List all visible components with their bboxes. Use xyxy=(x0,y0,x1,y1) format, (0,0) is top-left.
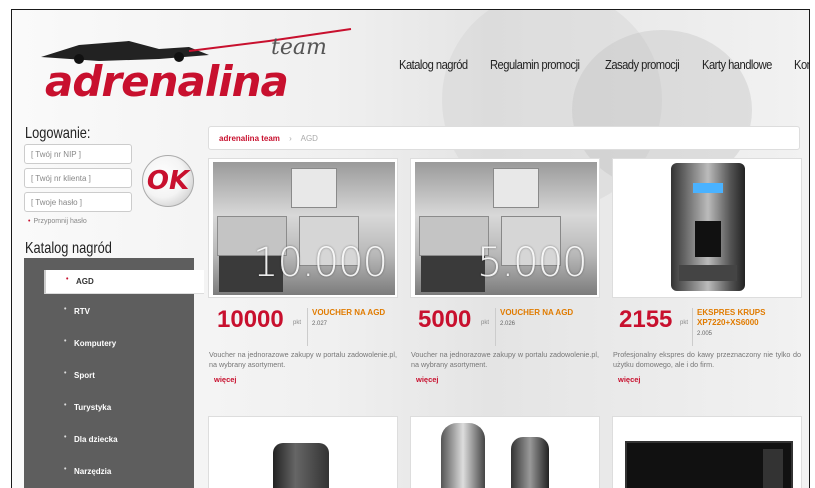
nav-link-catalog[interactable]: Katalog nagród xyxy=(399,57,468,72)
category-item-rtv[interactable]: RTV xyxy=(24,300,194,324)
machine-display xyxy=(693,183,723,193)
product-code: 2.026 xyxy=(500,321,516,327)
ok-label: OK xyxy=(146,166,190,196)
nav-link-contact[interactable]: Kontakt xyxy=(794,57,809,72)
product-price: 10000 xyxy=(217,306,284,333)
product-code: 2.027 xyxy=(312,321,328,327)
product-description: Voucher na jednorazowe zakupy w portalu … xyxy=(209,350,397,369)
coffee-machine-photo xyxy=(671,163,745,291)
more-link[interactable]: więcej xyxy=(618,375,641,384)
voucher-amount-overlay: 10.000 xyxy=(253,240,388,286)
category-item-tourism[interactable]: Turystyka xyxy=(24,396,194,420)
divider xyxy=(307,308,308,346)
page-frame: adrenalina team Katalog nagród Regulamin… xyxy=(11,9,810,488)
machine-tray xyxy=(679,265,737,281)
window-shape xyxy=(291,168,337,208)
category-menu: AGD RTV Komputery Sport Turystyka Dla dz… xyxy=(24,258,204,488)
breadcrumb-home-link[interactable]: adrenalina team xyxy=(219,134,280,143)
category-item-agd[interactable]: AGD xyxy=(44,270,204,294)
shaver-dock-photo xyxy=(511,437,549,488)
password-input[interactable]: [ Twoje hasło ] xyxy=(24,192,132,212)
microwave-panel xyxy=(763,449,783,488)
stove-shape xyxy=(421,256,485,292)
divider xyxy=(692,308,693,346)
product-title-text: EKSPRES KRUPS XP7220+XS6000 xyxy=(697,308,766,327)
product-image-shaver[interactable] xyxy=(410,416,600,488)
client-number-input[interactable]: [ Twój nr klienta ] xyxy=(24,168,132,188)
category-item-computers[interactable]: Komputery xyxy=(24,332,194,356)
product-description: Voucher na jednorazowe zakupy w portalu … xyxy=(411,350,599,369)
nav-link-principles[interactable]: Zasady promocji xyxy=(605,57,680,72)
login-title: Logowanie: xyxy=(25,125,91,142)
microwave-photo xyxy=(625,441,793,488)
kitchen-photo: 5.000 xyxy=(415,162,597,295)
shaver-photo xyxy=(441,423,485,488)
divider xyxy=(495,308,496,346)
heater-photo xyxy=(273,443,329,488)
product-title[interactable]: EKSPRES KRUPS XP7220+XS6000 2.005 xyxy=(697,308,802,339)
more-link[interactable]: więcej xyxy=(214,375,237,384)
price-unit: pkt xyxy=(680,320,689,326)
product-image-microwave[interactable] xyxy=(612,416,802,488)
forgot-password-link[interactable]: Przypomnij hasło xyxy=(28,218,86,225)
more-link[interactable]: więcej xyxy=(416,375,439,384)
logo-team-text: team xyxy=(271,35,327,60)
product-title-text: VOUCHER NA AGD xyxy=(312,308,386,317)
voucher-amount-overlay: 5.000 xyxy=(477,240,588,286)
product-title[interactable]: VOUCHER NA AGD 2.027 xyxy=(312,308,402,329)
product-title-text: VOUCHER NA AGD xyxy=(500,308,574,317)
product-price: 5000 xyxy=(418,306,472,333)
logo-text: adrenalina xyxy=(45,57,289,106)
price-unit: pkt xyxy=(293,320,302,326)
product-price: 2155 xyxy=(619,306,673,333)
product-code: 2.005 xyxy=(697,331,713,337)
product-title[interactable]: VOUCHER NA AGD 2.026 xyxy=(500,308,600,329)
product-image-heater[interactable] xyxy=(208,416,398,488)
product-image-voucher-5000[interactable]: 5.000 xyxy=(410,158,600,298)
nip-input[interactable]: [ Twój nr NIP ] xyxy=(24,144,132,164)
nav-link-cards[interactable]: Karty handlowe xyxy=(702,57,772,72)
catalog-title: Katalog nagród xyxy=(25,240,112,257)
price-unit: pkt xyxy=(481,320,490,326)
breadcrumb-current: AGD xyxy=(300,134,318,143)
category-item-kids[interactable]: Dla dziecka xyxy=(24,428,194,452)
category-item-sport[interactable]: Sport xyxy=(24,364,194,388)
breadcrumb-separator: › xyxy=(289,134,292,143)
breadcrumb: adrenalina team › AGD xyxy=(208,126,800,150)
nav-link-rules[interactable]: Regulamin promocji xyxy=(490,57,580,72)
product-description: Profesjonalny ekspres do kawy przeznaczo… xyxy=(613,350,801,369)
window-shape xyxy=(493,168,539,208)
top-navigation: Katalog nagród Regulamin promocji Zasady… xyxy=(399,57,809,72)
category-item-tools[interactable]: Narzędzia xyxy=(24,460,194,484)
login-ok-button[interactable]: OK xyxy=(142,155,194,207)
machine-spout xyxy=(695,221,721,257)
product-image-coffee-machine[interactable] xyxy=(612,158,802,298)
kitchen-photo: 10.000 xyxy=(213,162,395,295)
product-image-voucher-10000[interactable]: 10.000 xyxy=(208,158,398,298)
logo[interactable]: adrenalina team xyxy=(39,27,359,106)
